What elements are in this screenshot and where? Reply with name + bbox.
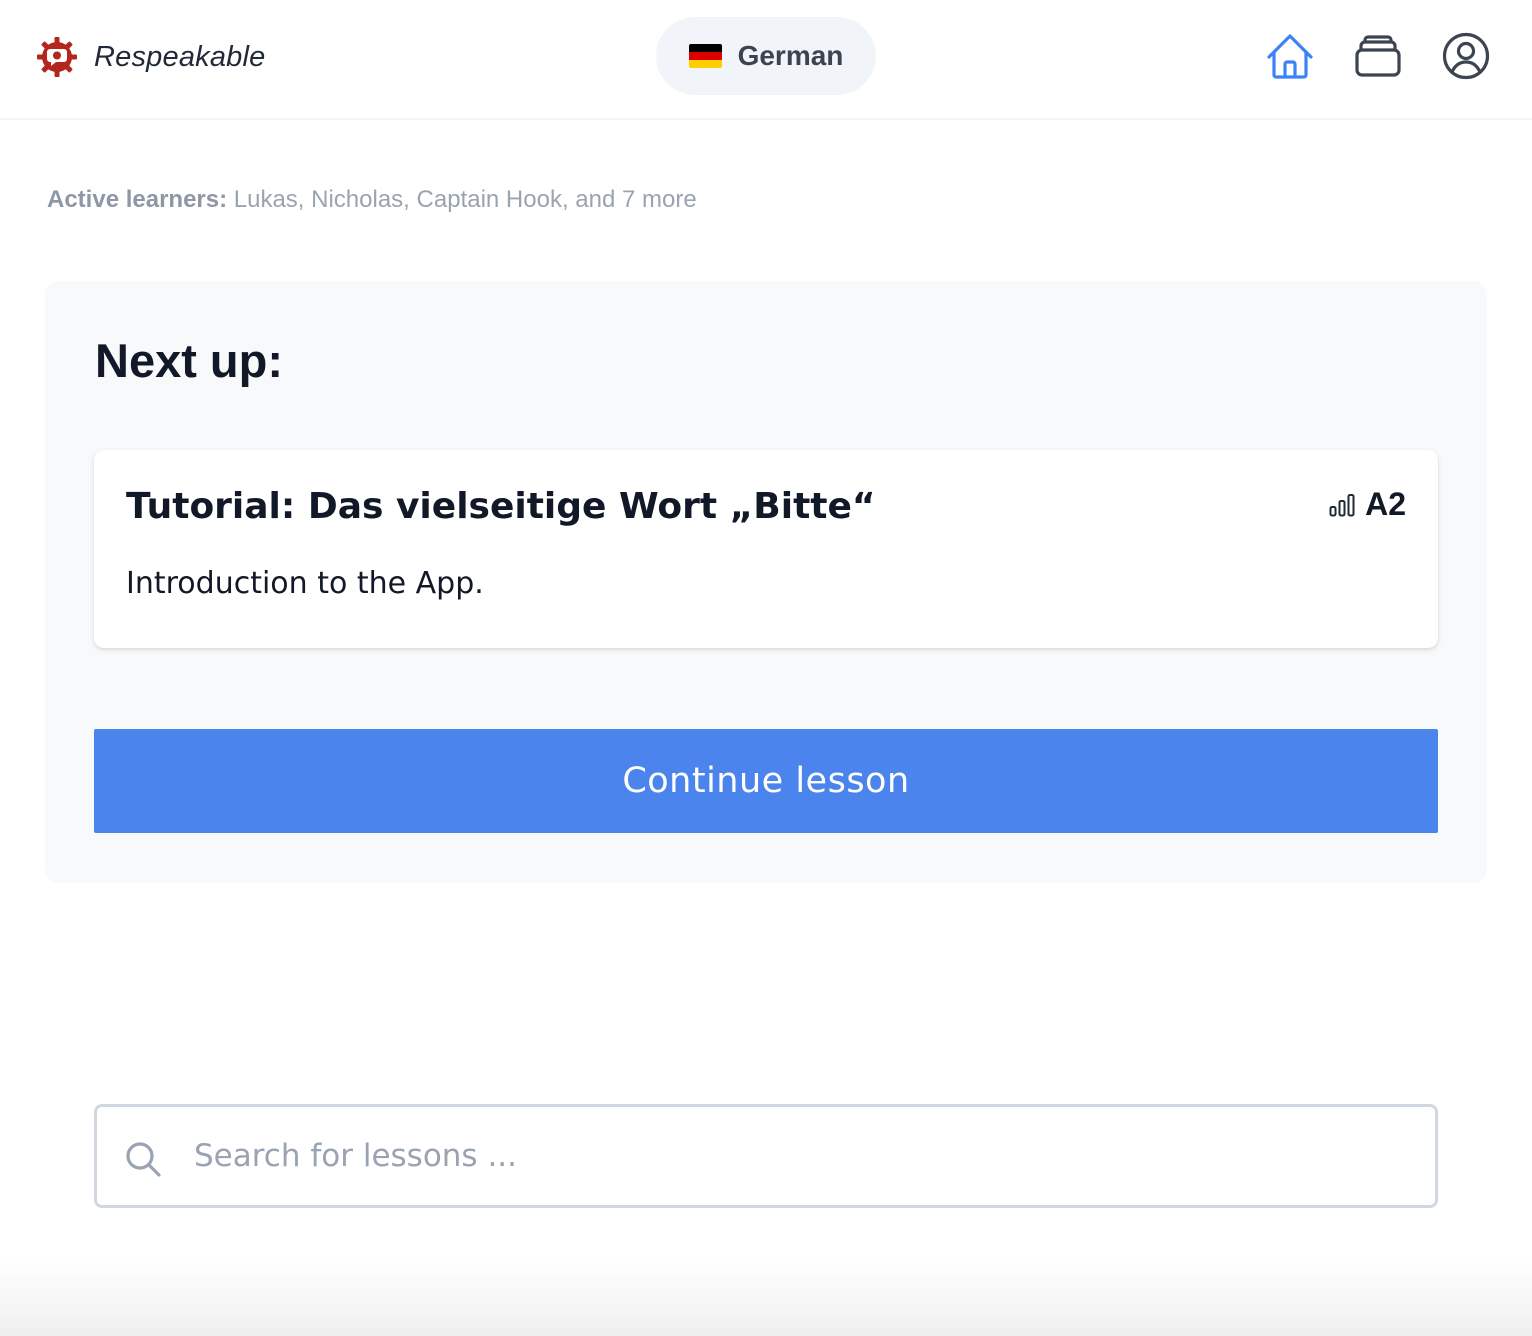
search-icon <box>124 1140 162 1178</box>
germany-flag-icon <box>688 44 722 68</box>
lesson-search <box>94 1104 1438 1208</box>
gear-speech-bubble-icon <box>37 37 77 77</box>
continue-lesson-button[interactable]: Continue lesson <box>94 729 1438 833</box>
lesson-card[interactable]: Tutorial: Das vielseitige Wort „Bitte“ I… <box>94 450 1438 648</box>
home-nav-button[interactable] <box>1264 30 1316 82</box>
active-learners-names: Lukas, Nicholas, Captain Hook, and 7 mor… <box>233 186 697 213</box>
brand-logo[interactable]: Respeakable <box>36 36 266 78</box>
language-selector[interactable]: German <box>656 17 876 95</box>
signal-bars-icon <box>1329 493 1355 516</box>
card-stack-icon <box>1355 35 1401 77</box>
search-input[interactable] <box>194 1107 1394 1205</box>
profile-nav-button[interactable] <box>1440 30 1492 82</box>
next-up-panel: Next up: Tutorial: Das vielseitige Wort … <box>45 281 1487 883</box>
active-learners: Active learners: Lukas, Nicholas, Captai… <box>47 186 697 214</box>
home-icon <box>1267 34 1313 79</box>
lesson-level-badge: A2 <box>1329 486 1406 523</box>
lesson-level: A2 <box>1365 486 1406 522</box>
next-up-heading: Next up: <box>95 334 283 387</box>
cards-nav-button[interactable] <box>1352 30 1404 82</box>
top-navbar: Respeakable German <box>0 0 1532 120</box>
lesson-description: Introduction to the App. <box>126 566 484 601</box>
lesson-title: Tutorial: Das vielseitige Wort „Bitte“ <box>126 486 876 527</box>
bottom-fade <box>0 1256 1532 1336</box>
brand-name: Respeakable <box>94 40 266 73</box>
active-learners-label: Active learners: <box>47 186 228 213</box>
language-label: German <box>737 40 844 71</box>
user-circle-icon <box>1442 32 1490 80</box>
